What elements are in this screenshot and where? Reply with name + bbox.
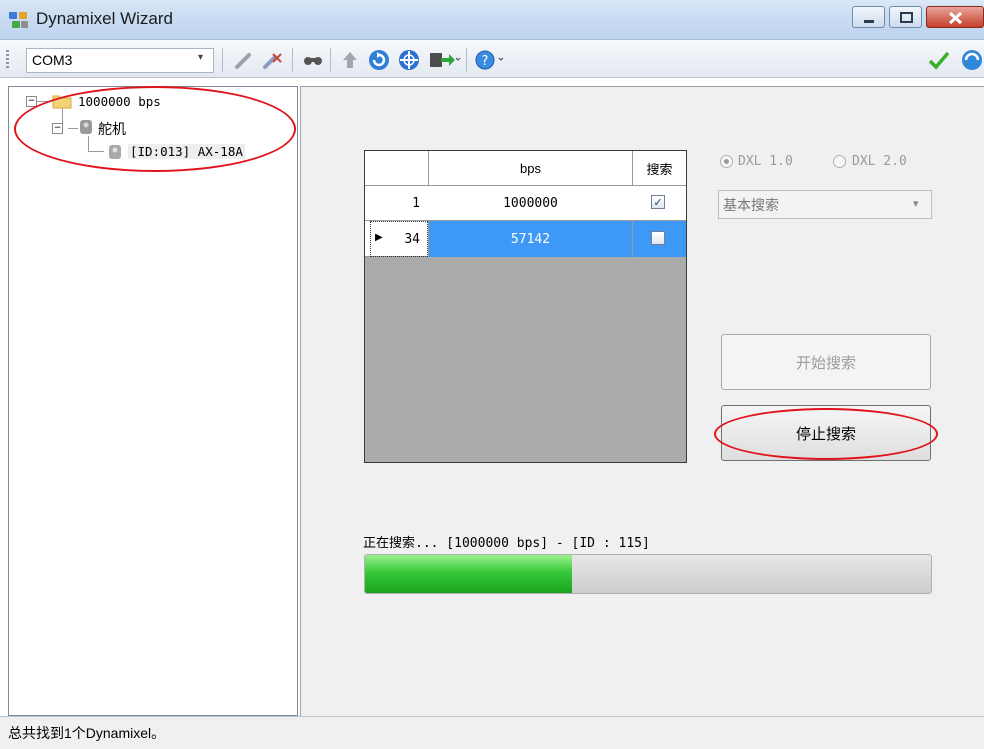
column-header-bps[interactable]: bps xyxy=(429,151,632,186)
annotation-ellipse xyxy=(14,86,296,172)
help-icon[interactable]: ? xyxy=(472,47,508,73)
start-search-button[interactable]: 开始搜索 xyxy=(721,334,931,390)
upload-icon[interactable] xyxy=(338,47,362,73)
toolbar-separator xyxy=(222,48,223,72)
device-tree[interactable] xyxy=(8,86,298,716)
chevron-down-icon[interactable]: ▾ xyxy=(198,52,203,63)
row-bps-value: 57142 xyxy=(429,221,632,257)
row-number: 1 xyxy=(412,196,420,211)
row-bps-value: 1000000 xyxy=(503,196,558,211)
check-icon[interactable] xyxy=(926,47,952,73)
toolbar-separator xyxy=(330,48,331,72)
column-header-search[interactable]: 搜索 xyxy=(633,151,686,186)
row-marker-icon: ▶ xyxy=(375,232,383,243)
radio-dxl1[interactable] xyxy=(720,155,733,168)
search-checkbox[interactable]: ✓ xyxy=(651,195,665,209)
maximize-button[interactable] xyxy=(889,6,922,28)
window-title: Dynamixel Wizard xyxy=(36,9,173,28)
wrench-icon[interactable] xyxy=(232,47,256,73)
sync-icon[interactable] xyxy=(956,47,984,73)
chevron-down-icon[interactable]: ▾ xyxy=(913,197,919,210)
toolbar-separator xyxy=(466,48,467,72)
search-icon[interactable] xyxy=(300,47,326,73)
minimize-button[interactable] xyxy=(852,6,885,28)
progress-fill xyxy=(365,555,573,593)
search-checkbox[interactable] xyxy=(651,231,665,245)
disconnect-icon[interactable] xyxy=(260,47,286,73)
download-icon[interactable] xyxy=(426,47,462,73)
toolbar-grip[interactable] xyxy=(6,50,9,70)
search-progress-bar xyxy=(364,554,932,594)
com-port-value: COM3 xyxy=(32,52,73,68)
radio-dxl2-label[interactable]: DXL 2.0 xyxy=(852,154,907,169)
search-status-text: 正在搜索... [1000000 bps] - [ID : 115] xyxy=(363,536,650,551)
app-icon xyxy=(8,10,30,30)
row-number: 34 xyxy=(404,231,420,247)
status-bar-text: 总共找到1个Dynamixel。 xyxy=(8,725,166,741)
target-icon[interactable] xyxy=(396,47,422,73)
radio-dxl1-label[interactable]: DXL 1.0 xyxy=(738,154,793,169)
toolbar-separator xyxy=(292,48,293,72)
svg-text:?: ? xyxy=(482,54,489,69)
refresh-icon[interactable] xyxy=(366,47,392,73)
search-mode-value: 基本搜索 xyxy=(723,198,779,214)
radio-dxl2[interactable] xyxy=(833,155,846,168)
close-button[interactable] xyxy=(926,6,984,28)
annotation-ellipse xyxy=(714,408,938,460)
